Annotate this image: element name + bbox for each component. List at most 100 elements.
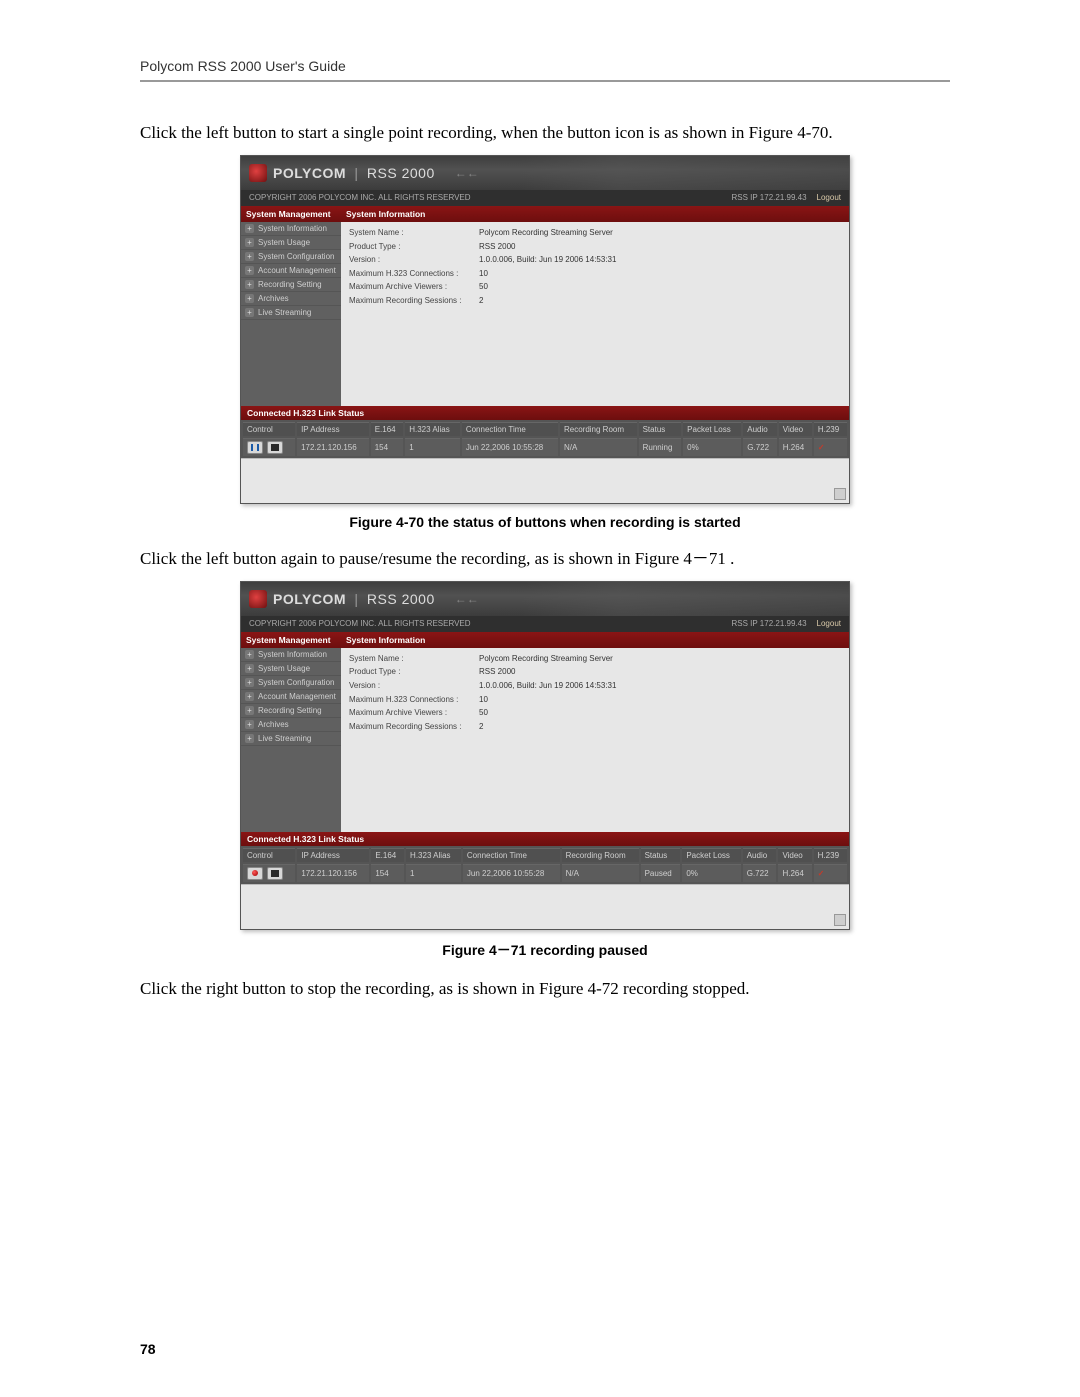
expand-icon[interactable]: +	[245, 238, 254, 247]
polycom-logo-icon	[249, 590, 267, 608]
table-header-row: Control IP Address E.164 H.323 Alias Con…	[243, 422, 847, 436]
figure-caption-1: Figure 4-70 the status of buttons when r…	[140, 514, 950, 530]
info-row: Version :1.0.0.006, Build: Jun 19 2006 1…	[349, 253, 841, 267]
cell-room: N/A	[560, 438, 637, 456]
product-text: RSS 2000	[367, 591, 435, 607]
app-title: POLYCOM | RSS 2000	[273, 165, 435, 181]
app-subbar: COPYRIGHT 2006 POLYCOM INC. ALL RIGHTS R…	[241, 190, 849, 206]
expand-icon[interactable]: +	[245, 224, 254, 233]
record-button-icon[interactable]	[247, 867, 263, 880]
expand-icon[interactable]: +	[245, 266, 254, 275]
expand-icon[interactable]: +	[245, 252, 254, 261]
paragraph-1: Click the left button to start a single …	[140, 122, 950, 145]
sidebar-item-system-configuration[interactable]: +System Configuration	[241, 676, 341, 690]
resize-grip-icon[interactable]	[834, 488, 846, 500]
expand-icon[interactable]: +	[245, 720, 254, 729]
expand-icon[interactable]: +	[245, 706, 254, 715]
app-header: POLYCOM | RSS 2000 ←←	[241, 156, 849, 190]
sidebar: System Management +System Information +S…	[241, 206, 341, 406]
logout-link[interactable]: Logout	[817, 193, 841, 202]
bottom-pane	[241, 884, 849, 929]
sidebar-item-label: Live Streaming	[258, 734, 311, 743]
title-separator: |	[354, 591, 358, 607]
sidebar: System Management +System Information +S…	[241, 632, 341, 832]
info-row: Maximum H.323 Connections :10	[349, 693, 841, 707]
nav-arrows[interactable]: ←←	[455, 592, 479, 606]
sidebar-item-label: System Usage	[258, 664, 310, 673]
content-header: System Information	[341, 632, 849, 648]
info-row: System Name :Polycom Recording Streaming…	[349, 226, 841, 240]
bottom-pane	[241, 458, 849, 503]
cell-control	[243, 864, 295, 882]
running-header: Polycom RSS 2000 User's Guide	[140, 58, 950, 74]
stop-button-icon[interactable]	[267, 867, 283, 880]
cell-conn-time: Jun 22,2006 10:55:28	[462, 438, 558, 456]
cell-room: N/A	[562, 864, 639, 882]
sidebar-item-system-usage[interactable]: +System Usage	[241, 236, 341, 250]
nav-arrows[interactable]: ←←	[455, 166, 479, 180]
resize-grip-icon[interactable]	[834, 914, 846, 926]
polycom-logo-icon	[249, 164, 267, 182]
col-h239: H.239	[814, 422, 847, 436]
col-h239: H.239	[814, 848, 847, 862]
header-decoration	[521, 582, 849, 616]
expand-icon[interactable]: +	[245, 692, 254, 701]
cell-ip: 172.21.120.156	[297, 864, 369, 882]
cell-e164: 154	[371, 864, 404, 882]
table-row: 172.21.120.156 154 1 Jun 22,2006 10:55:2…	[243, 864, 847, 882]
app-header: POLYCOM | RSS 2000 ←←	[241, 582, 849, 616]
expand-icon[interactable]: +	[245, 308, 254, 317]
nav-back-icon[interactable]: ←←	[455, 592, 479, 606]
expand-icon[interactable]: +	[245, 280, 254, 289]
sidebar-item-label: Live Streaming	[258, 308, 311, 317]
rss-ip-label: RSS IP 172.21.99.43	[732, 619, 807, 628]
logout-link[interactable]: Logout	[817, 619, 841, 628]
cell-audio: G.722	[743, 438, 777, 456]
expand-icon[interactable]: +	[245, 650, 254, 659]
col-room: Recording Room	[562, 848, 639, 862]
stop-button-icon[interactable]	[267, 441, 283, 454]
sidebar-item-label: System Information	[258, 224, 327, 233]
cell-e164: 154	[371, 438, 404, 456]
col-audio: Audio	[743, 422, 777, 436]
sidebar-item-archives[interactable]: +Archives	[241, 292, 341, 306]
sidebar-header: System Management	[241, 206, 341, 222]
sidebar-item-live-streaming[interactable]: + Live Streaming	[241, 732, 341, 746]
sidebar-item-archives[interactable]: +Archives	[241, 718, 341, 732]
link-status-table: Control IP Address E.164 H.323 Alias Con…	[241, 846, 849, 884]
nav-back-icon[interactable]: ←←	[455, 166, 479, 180]
sidebar-item-label: System Configuration	[258, 252, 334, 261]
sidebar-item-system-information[interactable]: +System Information	[241, 648, 341, 662]
col-status: Status	[641, 848, 681, 862]
col-alias: H.323 Alias	[406, 848, 461, 862]
expand-icon[interactable]: +	[245, 294, 254, 303]
sidebar-item-system-usage[interactable]: + System Usage	[241, 662, 341, 676]
sidebar-item-system-configuration[interactable]: + System Configuration	[241, 250, 341, 264]
sidebar-item-account-management[interactable]: +Account Management	[241, 690, 341, 704]
expand-icon[interactable]: +	[245, 678, 254, 687]
cell-alias: 1	[405, 438, 460, 456]
expand-icon[interactable]: +	[245, 664, 254, 673]
content-header: System Information	[341, 206, 849, 222]
table-header-row: Control IP Address E.164 H.323 Alias Con…	[243, 848, 847, 862]
info-row: Product Type :RSS 2000	[349, 240, 841, 254]
link-status-header: Connected H.323 Link Status	[241, 832, 849, 846]
cell-status: Running	[639, 438, 682, 456]
cell-h239: ✓	[814, 864, 847, 882]
copyright-text: COPYRIGHT 2006 POLYCOM INC. ALL RIGHTS R…	[249, 193, 471, 202]
cell-audio: G.722	[743, 864, 777, 882]
expand-icon[interactable]: +	[245, 734, 254, 743]
pause-button-icon[interactable]	[247, 441, 263, 454]
info-row: Maximum Archive Viewers :50	[349, 280, 841, 294]
sidebar-item-recording-setting[interactable]: +Recording Setting	[241, 278, 341, 292]
cell-alias: 1	[406, 864, 461, 882]
sidebar-item-account-management[interactable]: +Account Management	[241, 264, 341, 278]
sidebar-item-recording-setting[interactable]: +Recording Setting	[241, 704, 341, 718]
sidebar-item-live-streaming[interactable]: + Live Streaming	[241, 306, 341, 320]
sidebar-item-system-information[interactable]: + System Information	[241, 222, 341, 236]
col-conn-time: Connection Time	[463, 848, 560, 862]
col-audio: Audio	[743, 848, 777, 862]
cell-h239: ✓	[814, 438, 847, 456]
col-ip: IP Address	[297, 848, 369, 862]
cell-conn-time: Jun 22,2006 10:55:28	[463, 864, 560, 882]
